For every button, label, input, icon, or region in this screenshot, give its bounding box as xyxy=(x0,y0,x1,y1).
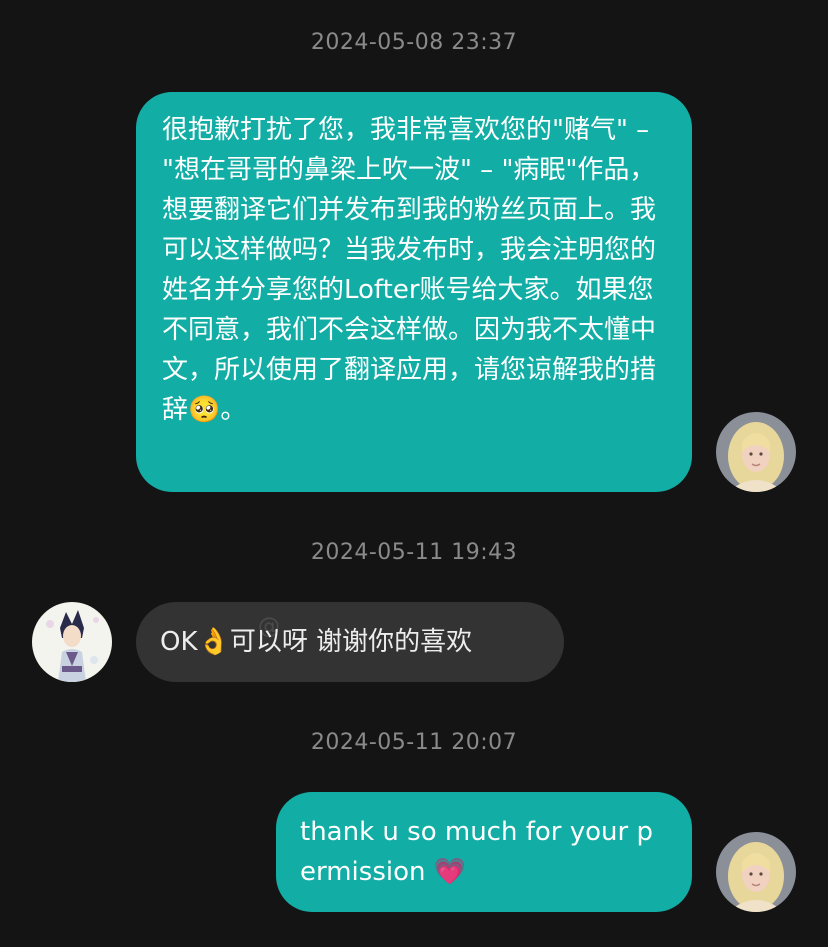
message-text: OK👌可以呀 谢谢你的喜欢 xyxy=(160,627,473,657)
sent-message-bubble[interactable]: 很抱歉打扰了您，我非常喜欢您的"赌气" – "想在哥哥的鼻梁上吹一波" – "病… xyxy=(136,92,692,492)
anime-character-avatar-icon xyxy=(32,602,112,682)
blonde-woman-avatar-icon xyxy=(716,832,796,912)
message-timestamp: 2024-05-11 20:07 xyxy=(310,730,518,755)
chat-thread[interactable]: 2024-05-08 23:37 很抱歉打扰了您，我非常喜欢您的"赌气" – "… xyxy=(0,0,828,947)
sent-message-bubble[interactable]: thank u so much for your permission 💗 xyxy=(276,792,692,912)
received-message-bubble[interactable]: OK👌可以呀 谢谢你的喜欢 xyxy=(136,602,564,682)
self-avatar[interactable] xyxy=(716,832,796,912)
message-text: 很抱歉打扰了您，我非常喜欢您的"赌气" – "想在哥哥的鼻梁上吹一波" – "病… xyxy=(162,115,657,425)
message-timestamp: 2024-05-11 19:43 xyxy=(310,540,518,565)
message-text: thank u so much for your permission 💗 xyxy=(300,817,653,887)
message-timestamp: 2024-05-08 23:37 xyxy=(310,30,518,55)
blonde-woman-avatar-icon xyxy=(716,412,796,492)
self-avatar[interactable] xyxy=(716,412,796,492)
other-avatar[interactable] xyxy=(32,602,112,682)
